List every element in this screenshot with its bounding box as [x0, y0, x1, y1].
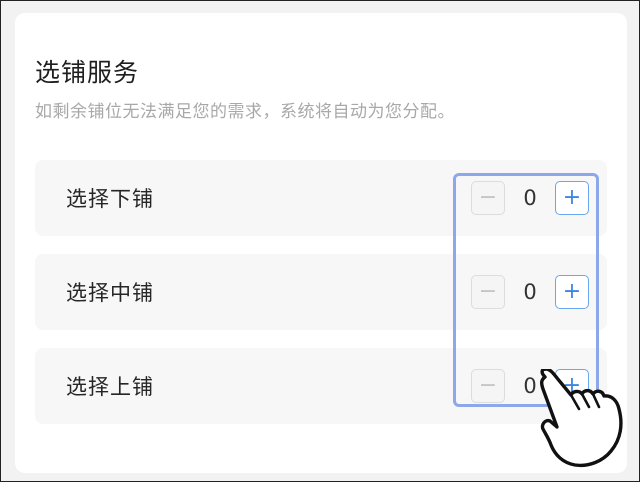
upper-berth-plus-button[interactable]: +: [555, 369, 589, 403]
upper-berth-stepper: − 0 +: [471, 369, 589, 403]
middle-berth-plus-button[interactable]: +: [555, 275, 589, 309]
upper-berth-minus-button[interactable]: −: [471, 369, 505, 403]
minus-icon: −: [478, 279, 498, 304]
berth-selection-card: 选铺服务 如剩余铺位无法满足您的需求，系统将自动为您分配。 选择下铺 − 0 +…: [15, 13, 627, 473]
middle-berth-stepper: − 0 +: [471, 275, 589, 309]
plus-icon: +: [562, 185, 582, 210]
minus-icon: −: [478, 185, 498, 210]
minus-icon: −: [478, 373, 498, 398]
plus-icon: +: [562, 279, 582, 304]
middle-berth-minus-button[interactable]: −: [471, 275, 505, 309]
upper-berth-row: 选择上铺 − 0 +: [35, 348, 607, 424]
middle-berth-quantity: 0: [523, 280, 537, 304]
lower-berth-minus-button[interactable]: −: [471, 181, 505, 215]
section-title: 选铺服务: [35, 58, 140, 87]
middle-berth-row: 选择中铺 − 0 +: [35, 254, 607, 330]
lower-berth-row: 选择下铺 − 0 +: [35, 160, 607, 236]
plus-icon: +: [562, 373, 582, 398]
upper-berth-label: 选择上铺: [66, 375, 154, 399]
lower-berth-quantity: 0: [523, 186, 537, 210]
lower-berth-label: 选择下铺: [66, 187, 154, 211]
upper-berth-quantity: 0: [523, 374, 537, 398]
screen-frame: 选铺服务 如剩余铺位无法满足您的需求，系统将自动为您分配。 选择下铺 − 0 +…: [0, 0, 640, 482]
lower-berth-plus-button[interactable]: +: [555, 181, 589, 215]
section-subtitle: 如剩余铺位无法满足您的需求，系统将自动为您分配。: [35, 102, 455, 122]
lower-berth-stepper: − 0 +: [471, 181, 589, 215]
middle-berth-label: 选择中铺: [66, 281, 154, 305]
